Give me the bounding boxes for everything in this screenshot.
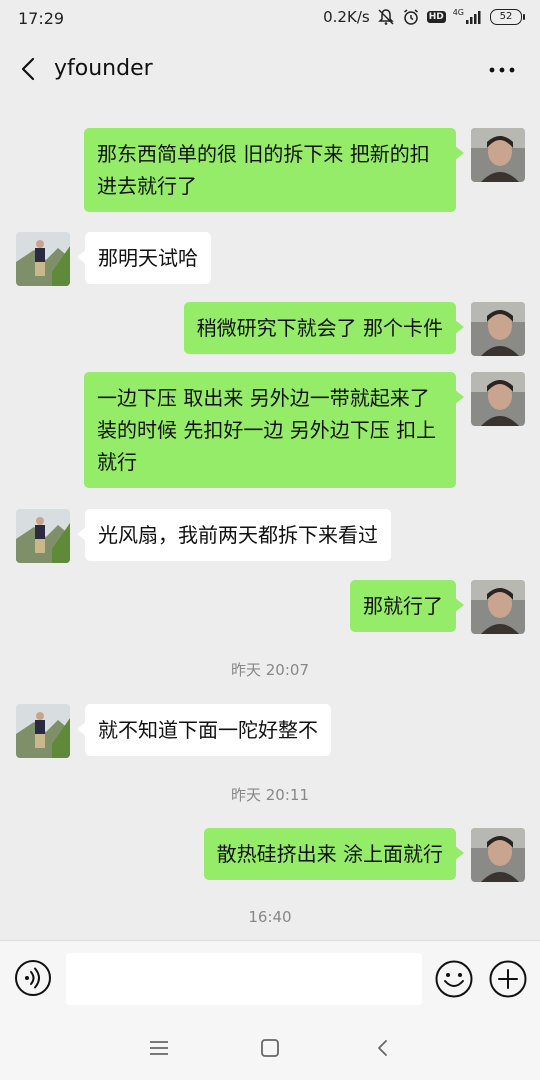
message-bubble-sent[interactable]: 散热硅挤出来 涂上面就行 — [203, 828, 465, 880]
contact-avatar-image — [16, 232, 70, 286]
network-type-label: 4G — [452, 8, 464, 17]
my-avatar[interactable] — [471, 580, 525, 634]
home-icon[interactable] — [258, 1036, 282, 1060]
emoji-icon[interactable] — [434, 959, 474, 999]
status-bar: 17:29 0.2K/s HD 4G 52 — [0, 0, 540, 38]
alarm-icon — [403, 9, 418, 25]
my-avatar[interactable] — [471, 828, 525, 882]
contact-avatar-image — [16, 704, 70, 758]
chat-header: yfounder — [0, 38, 540, 102]
status-icons: 0.2K/s HD 4G 52 — [323, 8, 525, 26]
self-avatar-image — [471, 828, 525, 882]
more-options-icon[interactable] — [486, 56, 518, 84]
self-avatar-image — [471, 580, 525, 634]
hd-icon: HD — [426, 11, 446, 23]
contact-avatar-image — [16, 509, 70, 563]
menu-icon[interactable] — [147, 1036, 171, 1060]
network-type: 4G — [452, 8, 483, 24]
message-bubble-sent[interactable]: 那就行了 — [350, 580, 464, 632]
status-time: 17:29 — [18, 9, 65, 28]
message-input[interactable] — [66, 953, 422, 1005]
timestamp: 昨天 20:07 — [231, 661, 309, 679]
self-avatar-image — [471, 128, 525, 182]
my-avatar[interactable] — [471, 128, 525, 182]
message-bubble-received[interactable]: 就不知道下面一陀好整不 — [77, 704, 331, 756]
contact-avatar[interactable] — [16, 509, 70, 563]
contact-avatar[interactable] — [16, 704, 70, 758]
add-more-icon[interactable] — [488, 959, 528, 999]
back-icon[interactable] — [371, 1036, 395, 1060]
chat-title: yfounder — [54, 56, 153, 81]
mute-bell-icon — [377, 9, 394, 25]
input-bar — [0, 940, 540, 1017]
network-speed: 0.2K/s — [323, 8, 370, 26]
message-bubble-sent[interactable]: 稍微研究下就会了 那个卡件 — [183, 302, 465, 354]
signal-icon — [466, 11, 481, 24]
self-avatar-image — [471, 302, 525, 356]
message-list[interactable]: 那东西简单的很 旧的拆下来 把新的扣进去就行了 那明天试哈 稍微研究下就会了 那… — [0, 102, 540, 940]
timestamp: 16:40 — [248, 908, 292, 926]
message-bubble-sent[interactable]: 那东西简单的很 旧的拆下来 把新的扣进去就行了 — [84, 128, 464, 212]
back-arrow-icon[interactable] — [14, 54, 44, 84]
system-nav-bar — [0, 1016, 540, 1080]
message-bubble-sent[interactable]: 一边下压 取出来 另外边一带就起来了 装的时候 先扣好一边 另外边下压 扣上就行 — [84, 372, 464, 488]
self-avatar-image — [471, 372, 525, 426]
message-bubble-received[interactable]: 那明天试哈 — [77, 232, 211, 284]
contact-avatar[interactable] — [16, 232, 70, 286]
my-avatar[interactable] — [471, 302, 525, 356]
timestamp: 昨天 20:11 — [231, 786, 309, 804]
battery-icon: 52 — [490, 9, 525, 25]
message-bubble-received[interactable]: 光风扇，我前两天都拆下来看过 — [77, 509, 391, 561]
voice-input-icon[interactable] — [14, 959, 52, 997]
my-avatar[interactable] — [471, 372, 525, 426]
